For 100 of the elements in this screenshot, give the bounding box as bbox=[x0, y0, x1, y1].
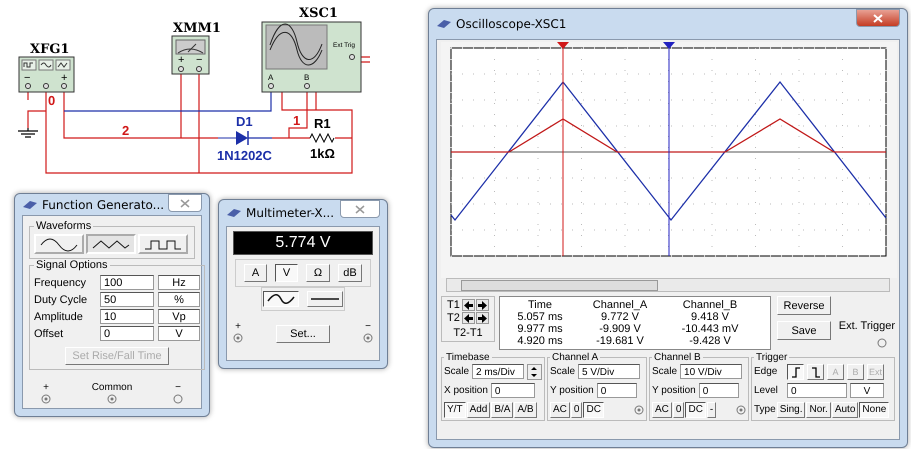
cursor-handle[interactable] bbox=[663, 42, 675, 256]
ext-trigger-label: Ext. Trigger bbox=[838, 320, 895, 332]
coupling-button[interactable]: - bbox=[706, 402, 716, 418]
unit-field[interactable]: % bbox=[158, 292, 200, 307]
coupling-button[interactable]: DC bbox=[685, 402, 706, 418]
mode-button[interactable]: Ω bbox=[306, 264, 330, 282]
spinner-control[interactable] bbox=[526, 364, 542, 380]
table-cell-text: 4.920 ms bbox=[516, 335, 564, 347]
diode-symbol[interactable] bbox=[218, 131, 249, 145]
terminal-label: A bbox=[268, 73, 274, 82]
option-label: Frequency bbox=[34, 276, 87, 288]
option-label: Amplitude bbox=[34, 310, 84, 322]
field-label: Scale bbox=[550, 366, 576, 377]
rising-edge-icon bbox=[790, 364, 802, 378]
cursor-right-button[interactable] bbox=[476, 299, 489, 311]
trigger-edge-button[interactable] bbox=[787, 364, 804, 380]
resistor-symbol[interactable] bbox=[310, 132, 334, 144]
sine-wave-icon bbox=[39, 236, 79, 252]
dc-mode-button[interactable] bbox=[307, 291, 343, 307]
mode-button[interactable]: V bbox=[275, 264, 298, 282]
terminal-connected-icon[interactable] bbox=[363, 333, 373, 343]
display-mode-button[interactable]: B/A bbox=[491, 402, 514, 418]
multimeter-symbol[interactable] bbox=[172, 36, 210, 74]
component-label: XSC1 bbox=[299, 6, 338, 21]
coupling-button[interactable]: 0 bbox=[672, 402, 684, 418]
terminal-radio-icon[interactable] bbox=[172, 394, 183, 404]
terminal-label: − bbox=[365, 321, 371, 332]
trigger-type-button[interactable]: Sing. bbox=[776, 402, 806, 418]
waveform-button[interactable] bbox=[86, 234, 136, 254]
trigger-type-button[interactable]: Auto bbox=[832, 402, 858, 418]
field-label: X position bbox=[444, 385, 488, 396]
app-icon bbox=[22, 200, 38, 210]
window-title: Multimeter-X... bbox=[246, 206, 336, 220]
terminal-label: − bbox=[24, 72, 30, 84]
horizontal-scrollbar[interactable] bbox=[446, 278, 890, 292]
component-label: XFG1 bbox=[30, 42, 70, 57]
close-icon bbox=[355, 204, 365, 214]
terminal-connected-icon[interactable] bbox=[233, 333, 243, 343]
falling-edge-icon bbox=[810, 364, 822, 378]
ground-icon bbox=[17, 127, 39, 138]
table-cell-text: -9.909 V bbox=[598, 323, 642, 335]
position-field[interactable]: 0 bbox=[698, 383, 739, 398]
table-cell-text: 9.418 V bbox=[690, 311, 730, 323]
action-button[interactable]: Reverse bbox=[777, 296, 831, 315]
action-button[interactable]: Save bbox=[777, 321, 831, 340]
value-field[interactable]: 0 bbox=[100, 326, 154, 341]
group-title: Channel A bbox=[551, 352, 600, 363]
unit-field[interactable]: Hz bbox=[158, 275, 200, 290]
unit-field[interactable]: V bbox=[158, 326, 200, 341]
scale-field[interactable]: 2 ms/Div bbox=[472, 364, 524, 379]
field-label: Level bbox=[754, 385, 779, 396]
close-button[interactable] bbox=[856, 9, 900, 27]
set-button[interactable]: Set... bbox=[276, 325, 330, 343]
component-label: XMM1 bbox=[173, 21, 221, 36]
unit-field[interactable]: Vp bbox=[158, 309, 200, 324]
group-title: Channel B bbox=[653, 352, 702, 363]
coupling-button[interactable]: DC bbox=[583, 402, 604, 418]
mode-button[interactable]: A bbox=[244, 264, 267, 282]
option-label: Offset bbox=[34, 328, 64, 340]
terminal-label: + bbox=[43, 382, 49, 393]
cursor-left-button[interactable] bbox=[462, 299, 475, 311]
mode-button[interactable]: dB bbox=[338, 264, 362, 282]
close-button[interactable] bbox=[340, 200, 380, 218]
coupling-button[interactable]: 0 bbox=[570, 402, 582, 418]
unit-field[interactable]: V bbox=[850, 383, 884, 398]
terminal-connected-icon[interactable] bbox=[634, 404, 644, 414]
terminal-radio-icon[interactable] bbox=[877, 338, 887, 348]
coupling-button[interactable]: AC bbox=[550, 402, 570, 418]
oscilloscope-symbol[interactable] bbox=[262, 22, 362, 92]
value-field[interactable]: 10 bbox=[100, 309, 154, 324]
cursor-left-button[interactable] bbox=[462, 312, 475, 324]
function-generator-symbol[interactable] bbox=[18, 56, 74, 92]
value-field[interactable]: 50 bbox=[100, 292, 154, 307]
close-button[interactable] bbox=[168, 194, 202, 212]
cursor-right-button[interactable] bbox=[476, 312, 489, 324]
up-down-arrows-icon bbox=[530, 366, 538, 378]
ac-mode-button[interactable] bbox=[263, 291, 299, 307]
trigger-type-button[interactable]: None bbox=[859, 402, 890, 418]
scale-field[interactable]: 10 V/Div bbox=[680, 364, 742, 379]
coupling-button[interactable]: AC bbox=[652, 402, 672, 418]
trigger-type-button[interactable]: Nor. bbox=[806, 402, 831, 418]
field-label: Edge bbox=[754, 366, 778, 377]
terminal-connected-icon[interactable] bbox=[106, 394, 117, 404]
position-field[interactable]: 0 bbox=[490, 383, 535, 398]
waveform-button[interactable] bbox=[138, 234, 188, 254]
display-mode-button[interactable]: A/B bbox=[514, 402, 537, 418]
display-mode-button[interactable]: Y/T bbox=[444, 402, 466, 418]
terminal-connected-icon[interactable] bbox=[41, 394, 51, 404]
value-field[interactable]: 100 bbox=[100, 275, 154, 290]
cursor-label: T1 bbox=[447, 299, 461, 311]
position-field[interactable]: 0 bbox=[596, 383, 637, 398]
waveform-button[interactable] bbox=[34, 234, 84, 254]
scale-field[interactable]: 5 V/Div bbox=[578, 364, 640, 379]
terminal-connected-icon[interactable] bbox=[736, 404, 746, 414]
level-field[interactable]: 0 bbox=[787, 383, 847, 398]
cursor-handle[interactable] bbox=[557, 42, 569, 256]
display-mode-button[interactable]: Add bbox=[466, 402, 490, 418]
table-cell-text: -10.443 mV bbox=[680, 323, 740, 335]
column-header: Time bbox=[526, 299, 554, 311]
field-label: Scale bbox=[652, 366, 678, 377]
